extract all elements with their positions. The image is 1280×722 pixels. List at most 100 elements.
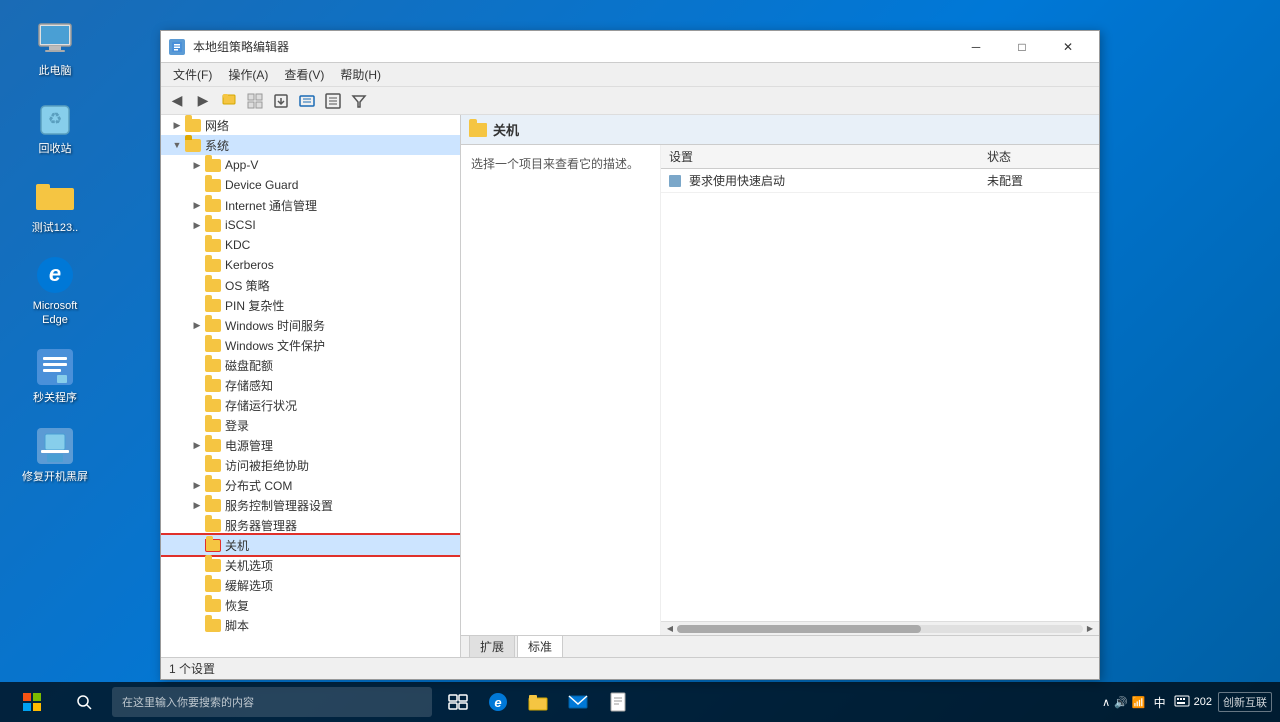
desktop-icon-repair[interactable]: 修复开机黑屏 <box>20 426 90 484</box>
start-button[interactable] <box>8 682 56 722</box>
expand-icon-distcom[interactable]: ▶ <box>189 477 205 493</box>
taskbar-icon-notepad[interactable] <box>600 684 636 720</box>
tray-lang[interactable]: 中 <box>1150 694 1170 711</box>
tree-item-svcctrl[interactable]: ▶ 服务控制管理器设置 <box>161 495 460 515</box>
close-button[interactable]: ✕ <box>1045 31 1091 63</box>
tree-item-shutdownopt[interactable]: 关机选项 <box>161 555 460 575</box>
folder-icon-network <box>185 119 201 132</box>
tray-keyboard[interactable] <box>1174 695 1190 710</box>
tray-arrow[interactable]: ∧ <box>1102 696 1110 709</box>
tree-item-internet[interactable]: ▶ Internet 通信管理 <box>161 195 460 215</box>
expand-icon-kdc <box>189 237 205 253</box>
list-button[interactable] <box>321 89 345 113</box>
menu-file[interactable]: 文件(F) <box>165 63 220 86</box>
back-button[interactable]: ◀ <box>165 89 189 113</box>
tree-label-distcom: 分布式 COM <box>225 477 292 494</box>
filter-button[interactable] <box>347 89 371 113</box>
taskbar-search-box[interactable]: 在这里输入你要搜索的内容 <box>112 687 432 717</box>
expand-icon-appv[interactable]: ▶ <box>189 157 205 173</box>
search-icon-taskbar[interactable] <box>60 682 108 722</box>
tree-item-login[interactable]: 登录 <box>161 415 460 435</box>
export-button[interactable] <box>269 89 293 113</box>
scrollbar-thumb[interactable] <box>677 625 921 633</box>
taskbar-icon-taskview[interactable] <box>440 684 476 720</box>
tree-item-winfileprotect[interactable]: Windows 文件保护 <box>161 335 460 355</box>
tree-item-ospolicy[interactable]: OS 策略 <box>161 275 460 295</box>
icon-label-repair: 修复开机黑屏 <box>22 470 88 484</box>
tree-item-deviceguard[interactable]: Device Guard <box>161 175 460 195</box>
taskbar-icon-mail[interactable] <box>560 684 596 720</box>
folder-grid-button[interactable] <box>243 89 267 113</box>
col-header-setting: 设置 <box>661 148 979 165</box>
tree-item-svcmgr[interactable]: 服务器管理器 <box>161 515 460 535</box>
tree-label-ospolicy: OS 策略 <box>225 277 270 294</box>
taskbar-icon-edge[interactable]: e <box>480 684 516 720</box>
expand-icon-iscsi[interactable]: ▶ <box>189 217 205 233</box>
tree-item-network[interactable]: ▶ 网络 <box>161 115 460 135</box>
desktop-icon-computer[interactable]: 此电脑 <box>20 20 90 78</box>
tree-label-deviceguard: Device Guard <box>225 178 298 192</box>
tray-date[interactable]: 202 <box>1194 696 1212 708</box>
tree-item-pincomplex[interactable]: PIN 复杂性 <box>161 295 460 315</box>
expand-icon-svcctrl[interactable]: ▶ <box>189 497 205 513</box>
tree-item-shutdown[interactable]: 关机 <box>161 535 460 555</box>
expand-icon-system[interactable]: ▼ <box>169 137 185 153</box>
taskbar-icon-explorer[interactable] <box>520 684 556 720</box>
table-header: 设置 状态 <box>661 145 1099 169</box>
expand-icon-network[interactable]: ▶ <box>169 117 185 133</box>
tab-expand[interactable]: 扩展 <box>469 635 515 657</box>
horizontal-scrollbar[interactable]: ◀ ▶ <box>661 621 1099 635</box>
desktop-icon-edge[interactable]: e Microsoft Edge <box>20 255 90 328</box>
tree-item-wintime[interactable]: ▶ Windows 时间服务 <box>161 315 460 335</box>
desktop-icon-test[interactable]: 测试123.. <box>20 177 90 235</box>
up-button[interactable] <box>217 89 241 113</box>
tree-item-storagerun[interactable]: 存储运行状况 <box>161 395 460 415</box>
folder-icon-appv <box>205 159 221 172</box>
folder-icon-svcctrl <box>205 499 221 512</box>
expand-icon-powermgmt[interactable]: ▶ <box>189 437 205 453</box>
tree-label-storagerun: 存储运行状况 <box>225 397 297 414</box>
tree-item-system[interactable]: ▼ 系统 <box>161 135 460 155</box>
window-controls: ─ □ ✕ <box>953 31 1091 63</box>
forward-button[interactable]: ▶ <box>191 89 215 113</box>
tray-network[interactable]: 🔊 <box>1114 696 1128 709</box>
expand-icon-wintime[interactable]: ▶ <box>189 317 205 333</box>
tree-item-kdc[interactable]: KDC <box>161 235 460 255</box>
icon-label-edge: Microsoft Edge <box>20 299 90 328</box>
taskbar-right: ∧ 🔊 📶 中 202 创新互联 <box>1102 692 1272 712</box>
menu-view[interactable]: 查看(V) <box>276 63 332 86</box>
tree-label-kerberos: Kerberos <box>225 258 274 272</box>
window-title: 本地组策略编辑器 <box>193 38 953 55</box>
tree-item-storageinit[interactable]: 存储感知 <box>161 375 460 395</box>
tree-item-scripts[interactable]: 脚本 <box>161 615 460 635</box>
tab-standard[interactable]: 标准 <box>517 635 563 657</box>
tray-volume[interactable]: 📶 <box>1132 696 1146 709</box>
tree-item-accessdenied[interactable]: 访问被拒绝协助 <box>161 455 460 475</box>
col-header-status: 状态 <box>979 148 1099 165</box>
desktop-icon-shortcut[interactable]: 秒关程序 <box>20 347 90 405</box>
minimize-button[interactable]: ─ <box>953 31 999 63</box>
scroll-left-arrow[interactable]: ◀ <box>663 622 677 636</box>
tree-panel-scroll[interactable]: ▶ 网络 ▼ 系统 ▶ App-V <box>161 115 460 657</box>
tree-item-distcom[interactable]: ▶ 分布式 COM <box>161 475 460 495</box>
maximize-button[interactable]: □ <box>999 31 1045 63</box>
menu-help[interactable]: 帮助(H) <box>332 63 389 86</box>
tree-item-kerberos[interactable]: Kerberos <box>161 255 460 275</box>
expand-icon-internet[interactable]: ▶ <box>189 197 205 213</box>
table-row[interactable]: 要求使用快速启动 未配置 <box>661 169 1099 193</box>
menubar: 文件(F) 操作(A) 查看(V) 帮助(H) <box>161 63 1099 87</box>
tree-item-recovery[interactable]: 恢复 <box>161 595 460 615</box>
desktop-icon-recycle[interactable]: ♻ 回收站 <box>20 98 90 156</box>
tree-item-diskquota[interactable]: 磁盘配额 <box>161 355 460 375</box>
tree-item-iscsi[interactable]: ▶ iSCSI <box>161 215 460 235</box>
properties-button[interactable] <box>295 89 319 113</box>
tree-item-powermgmt[interactable]: ▶ 电源管理 <box>161 435 460 455</box>
menu-action[interactable]: 操作(A) <box>220 63 276 86</box>
tree-item-advopt[interactable]: 缓解选项 <box>161 575 460 595</box>
tree-item-appv[interactable]: ▶ App-V <box>161 155 460 175</box>
scrollbar-track[interactable] <box>677 625 1083 633</box>
tree-label-svcctrl: 服务控制管理器设置 <box>225 497 333 514</box>
scroll-right-arrow[interactable]: ▶ <box>1083 622 1097 636</box>
tree-label-pincomplex: PIN 复杂性 <box>225 297 284 314</box>
right-body: 选择一个项目来查看它的描述。 设置 状态 要求使用快速启动 <box>461 145 1099 635</box>
